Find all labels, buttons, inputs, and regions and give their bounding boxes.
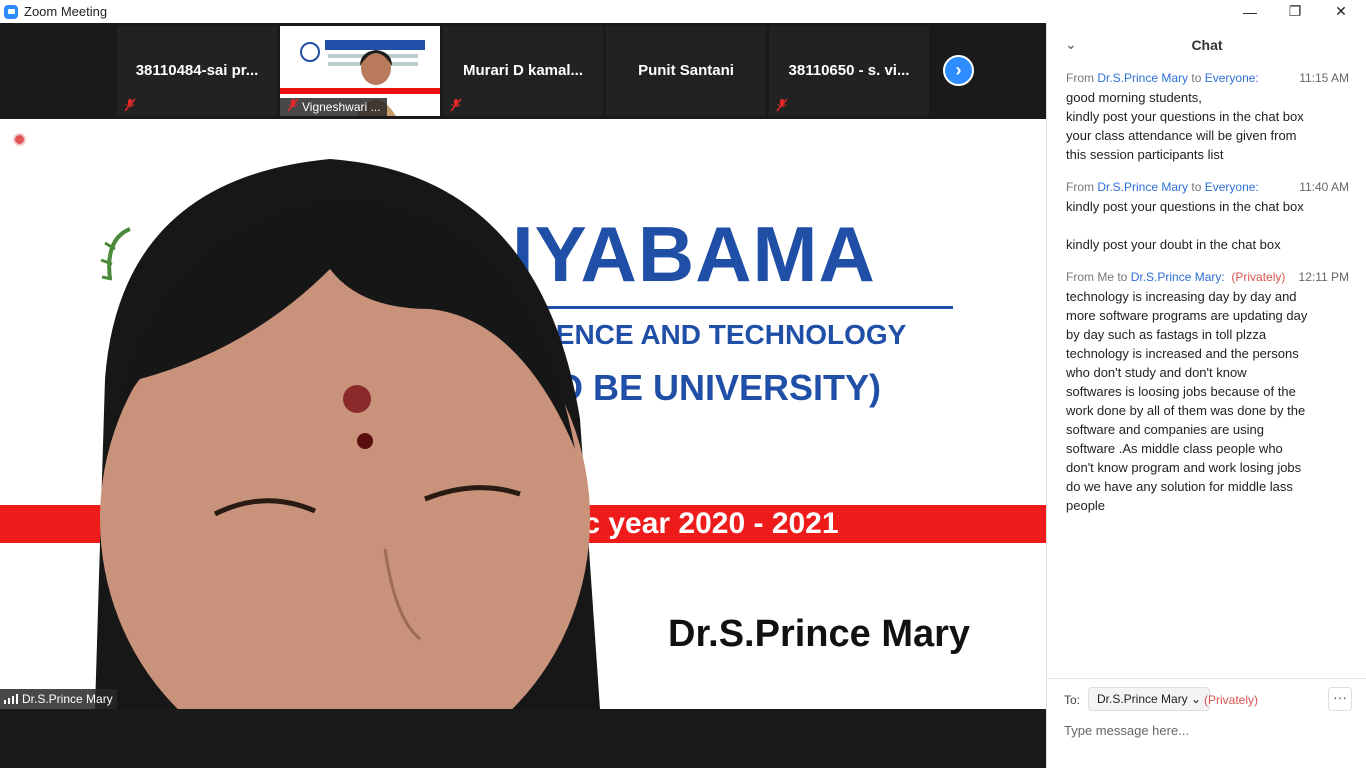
message-meta: From Me to Dr.S.Prince Mary: (Privately)… xyxy=(1066,268,1356,287)
slide-presenter-name: Dr.S.Prince Mary xyxy=(668,613,971,655)
chat-panel: ⌄ Chat From Dr.S.Prince Mary to Everyone… xyxy=(1046,23,1366,768)
participant-name: 38110650 - s. vi... xyxy=(788,62,910,79)
privately-tag: (Privately) xyxy=(1231,270,1286,284)
to-word: to xyxy=(1188,71,1205,85)
recipient-select-value: Dr.S.Prince Mary xyxy=(1097,692,1188,706)
recipient-name[interactable]: Everyone: xyxy=(1205,180,1259,194)
next-page-button[interactable]: › xyxy=(943,55,974,86)
message-meta: From Dr.S.Prince Mary to Everyone: 11:15… xyxy=(1066,69,1356,88)
window-title: Zoom Meeting xyxy=(24,4,108,19)
sender-name[interactable]: Dr.S.Prince Mary xyxy=(1097,180,1188,194)
sender-name[interactable]: Dr.S.Prince Mary xyxy=(1097,71,1188,85)
signal-strength-icon xyxy=(4,694,18,704)
message-input[interactable] xyxy=(1064,719,1354,741)
message-line: software .As middle class people who xyxy=(1066,441,1283,456)
message-line: technology is increasing day by day and xyxy=(1066,289,1297,304)
message-line: people xyxy=(1066,498,1106,513)
chat-message: From Me to Dr.S.Prince Mary: (Privately)… xyxy=(1066,268,1356,515)
message-time: 11:15 AM xyxy=(1299,71,1349,85)
to-label: To: xyxy=(1064,693,1081,707)
message-line: softwares is loosing jobs because of the xyxy=(1066,384,1296,399)
privately-tag: (Privately) xyxy=(1204,693,1259,707)
message-line: more software programs are updating day xyxy=(1066,308,1308,323)
maximize-button[interactable]: ❐ xyxy=(1272,0,1318,23)
message-line: who don't study and don't know xyxy=(1066,365,1247,380)
message-time: 12:11 PM xyxy=(1298,270,1349,284)
message-line: do we have any solution for middle lass xyxy=(1066,479,1293,494)
message-line: kindly post your questions in the chat b… xyxy=(1066,199,1304,214)
from-label: From xyxy=(1066,71,1098,85)
message-line: good morning students, xyxy=(1066,90,1202,105)
chevron-down-icon: ⌄ xyxy=(1191,692,1202,706)
participant-tile[interactable]: 38110650 - s. vi... xyxy=(769,26,929,116)
muted-mic-icon xyxy=(287,98,299,112)
recipient-name[interactable]: Dr.S.Prince Mary: xyxy=(1131,270,1225,284)
participant-tile[interactable]: Murari D kamal... xyxy=(443,26,603,116)
more-options-button[interactable]: ··· xyxy=(1328,687,1352,711)
muted-mic-icon xyxy=(776,98,788,112)
muted-mic-icon xyxy=(124,98,136,112)
recipient-select[interactable]: Dr.S.Prince Mary ⌄ xyxy=(1088,687,1211,711)
from-label: From xyxy=(1066,180,1098,194)
message-line: this session participants list xyxy=(1066,147,1224,162)
message-line: work done by all of them was done by the xyxy=(1066,403,1306,418)
participant-name: 38110484-sai pr... xyxy=(135,62,259,79)
message-meta: From Dr.S.Prince Mary to Everyone: 11:40… xyxy=(1066,178,1356,197)
chat-compose-area: To: Dr.S.Prince Mary ⌄ (Privately) ··· xyxy=(1047,678,1366,768)
chat-message: From Dr.S.Prince Mary to Everyone: 11:15… xyxy=(1066,69,1356,164)
close-button[interactable]: ✕ xyxy=(1318,0,1364,23)
active-speaker-video: IYABAMA IENCE AND TECHNOLOGY O BE UNIVER… xyxy=(0,119,1046,709)
chat-message: From Dr.S.Prince Mary to Everyone: 11:40… xyxy=(1066,178,1356,254)
recipient-name[interactable]: Everyone: xyxy=(1205,71,1259,85)
message-line: technology is increased and the persons xyxy=(1066,346,1299,361)
participant-video-tile[interactable]: Vigneshwari ... xyxy=(280,26,440,116)
participant-strip: 38110484-sai pr... Vigneshwari ... Murar… xyxy=(0,23,1046,119)
participant-name: Punit Santani xyxy=(638,62,734,79)
video-area: 38110484-sai pr... Vigneshwari ... Murar… xyxy=(0,23,1046,768)
participant-tile[interactable]: 38110484-sai pr... xyxy=(117,26,277,116)
chat-message-list: From Dr.S.Prince Mary to Everyone: 11:15… xyxy=(1066,69,1356,529)
message-line: by day such as fastags in toll plzza xyxy=(1066,327,1267,342)
speaker-video-image xyxy=(95,159,600,709)
from-label: From Me to xyxy=(1066,270,1131,284)
message-line: kindly post your questions in the chat b… xyxy=(1066,109,1304,124)
chat-title: Chat xyxy=(1191,37,1223,53)
message-line: your class attendance will be given from xyxy=(1066,128,1297,143)
minimize-button[interactable]: — xyxy=(1227,0,1273,23)
participant-tile[interactable]: Punit Santani xyxy=(606,26,766,116)
message-line: don't know program and work losing jobs xyxy=(1066,460,1302,475)
recording-indicator xyxy=(13,133,26,146)
muted-mic-icon xyxy=(450,98,462,112)
message-line: software and companies are using xyxy=(1066,422,1265,437)
participant-name: Murari D kamal... xyxy=(462,62,584,79)
message-time: 11:40 AM xyxy=(1299,180,1349,194)
chat-header: ⌄ Chat xyxy=(1047,23,1366,67)
message-line: kindly post your doubt in the chat box xyxy=(1066,237,1281,252)
title-bar: Zoom Meeting — ❐ ✕ xyxy=(0,0,1366,23)
to-word: to xyxy=(1188,180,1205,194)
zoom-logo-icon xyxy=(4,4,18,19)
